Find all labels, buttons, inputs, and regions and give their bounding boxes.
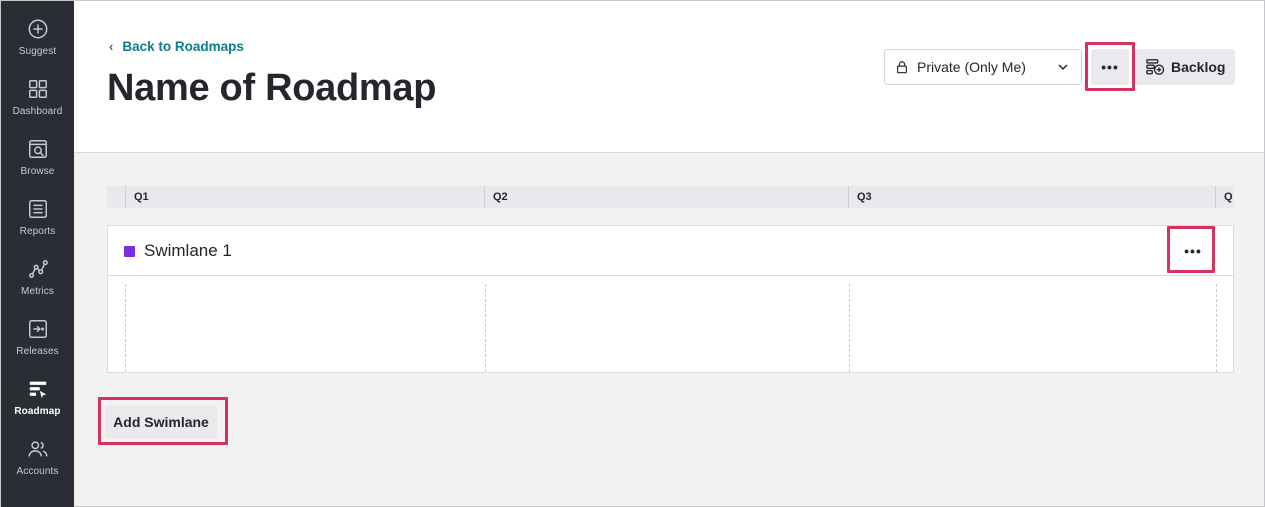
swimlane-more-button[interactable]: •••	[1174, 233, 1212, 269]
timeline-quarter: Q	[1215, 186, 1234, 208]
release-icon	[26, 317, 50, 341]
sidebar-item-label: Suggest	[18, 46, 57, 57]
swimlane-color-swatch	[124, 246, 135, 257]
lock-icon	[897, 61, 907, 74]
users-icon	[26, 437, 50, 461]
sidebar-item-label: Browse	[20, 166, 55, 177]
plus-circle-icon	[26, 17, 50, 41]
roadmap-icon	[26, 377, 50, 401]
nodes-icon	[26, 257, 50, 281]
roadmap-more-button[interactable]: •••	[1091, 49, 1129, 85]
sidebar-item-label: Releases	[16, 346, 59, 357]
sidebar-item-suggest[interactable]: Suggest	[1, 1, 74, 61]
timeline-header: Q1 Q2 Q3 Q	[107, 186, 1234, 208]
grid-icon	[26, 77, 50, 101]
search-doc-icon	[26, 137, 50, 161]
backlog-label: Backlog	[1171, 59, 1226, 75]
sidebar-item-metrics[interactable]: Metrics	[1, 241, 74, 301]
chevron-left-icon: ‹	[109, 39, 114, 54]
swimlane: Swimlane 1 •••	[107, 225, 1234, 373]
timeline-quarter: Q1	[125, 186, 485, 208]
sidebar-item-browse[interactable]: Browse	[1, 121, 74, 181]
sidebar-item-reports[interactable]: Reports	[1, 181, 74, 241]
backlog-icon	[1146, 59, 1165, 75]
add-swimlane-button[interactable]: Add Swimlane	[105, 405, 217, 439]
sidebar-item-releases[interactable]: Releases	[1, 301, 74, 361]
sidebar-item-dashboard[interactable]: Dashboard	[1, 61, 74, 121]
sidebar-item-label: Dashboard	[12, 106, 63, 117]
sidebar-item-label: Reports	[19, 226, 56, 237]
sidebar-item-accounts[interactable]: Accounts	[1, 421, 74, 481]
quarter-divider	[1216, 284, 1217, 372]
timeline-quarter: Q3	[848, 186, 1216, 208]
back-to-roadmaps-link[interactable]: ‹ Back to Roadmaps	[109, 39, 244, 54]
sidebar-item-roadmap[interactable]: Roadmap	[1, 361, 74, 421]
quarter-divider	[485, 284, 486, 372]
quarter-divider	[849, 284, 850, 372]
quarter-divider	[125, 284, 126, 372]
visibility-select[interactable]: Private (Only Me)	[884, 49, 1082, 85]
swimlane-name[interactable]: Swimlane 1	[144, 241, 232, 261]
page-header: ‹ Back to Roadmaps Name of Roadmap Priva…	[74, 1, 1264, 153]
sidebar: Suggest Dashboard Browse Reports Metrics…	[1, 1, 74, 507]
back-link-label: Back to Roadmaps	[122, 39, 244, 54]
sidebar-item-label: Metrics	[21, 286, 54, 297]
list-doc-icon	[26, 197, 50, 221]
chevron-down-icon	[1058, 64, 1068, 71]
backlog-button[interactable]: Backlog	[1135, 49, 1235, 85]
page-title: Name of Roadmap	[107, 67, 437, 109]
sidebar-item-label: Roadmap	[14, 406, 61, 417]
sidebar-item-label: Accounts	[16, 466, 59, 477]
swimlane-header: Swimlane 1 •••	[108, 226, 1233, 276]
visibility-value: Private (Only Me)	[917, 59, 1026, 75]
timeline-quarter: Q2	[484, 186, 849, 208]
